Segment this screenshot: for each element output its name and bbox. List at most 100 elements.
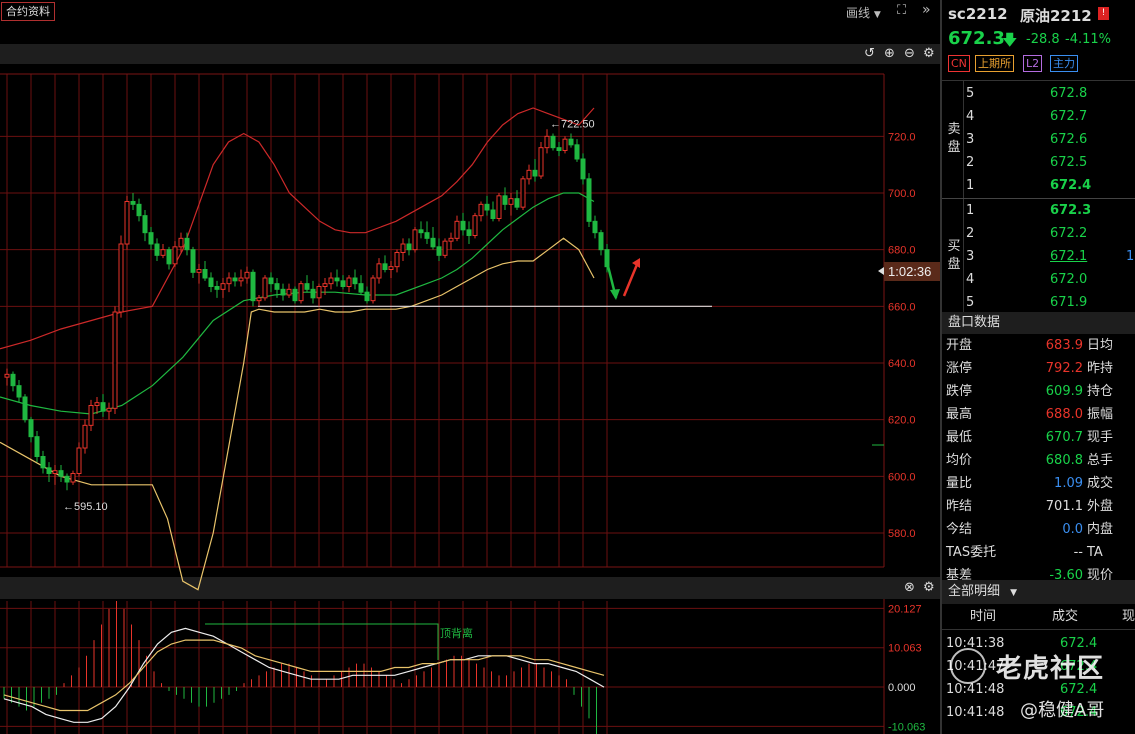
- tag-exchange[interactable]: 上期所: [975, 55, 1014, 72]
- countdown-label: 1:02:36: [888, 264, 931, 279]
- bid-price: 672.1: [1050, 249, 1088, 264]
- bid-price: 671.9: [1050, 295, 1088, 310]
- candle: [22, 396, 28, 421]
- ask-price: 672.7: [1050, 109, 1088, 124]
- candle: [220, 283, 226, 290]
- candle: [592, 220, 598, 234]
- bid-row[interactable]: 1 672.3: [966, 199, 1135, 222]
- candle: [538, 147, 544, 177]
- tag-level2[interactable]: L2: [1023, 55, 1043, 72]
- candle: [238, 277, 244, 282]
- price-change: -28.8: [1026, 32, 1060, 47]
- high-marker: ←722.50: [550, 118, 595, 130]
- detail-time: 10:41:47: [946, 659, 1005, 674]
- market-key: 开盘: [946, 338, 973, 353]
- candle: [268, 277, 274, 285]
- bid-row[interactable]: 5 671.9: [966, 291, 1135, 314]
- market-value: 0.0: [1062, 522, 1083, 537]
- candle: [532, 169, 538, 177]
- ask-row[interactable]: 3 672.6: [966, 128, 1135, 151]
- macd-tick-label: 10.063: [888, 643, 922, 655]
- ask-level: 4: [966, 109, 975, 124]
- candle: [16, 385, 22, 398]
- bid-row[interactable]: 2 672.2: [966, 222, 1135, 245]
- candle: [88, 405, 94, 426]
- candle: [142, 215, 148, 234]
- bid-row[interactable]: 4 672.0: [966, 268, 1135, 291]
- candle: [166, 249, 172, 265]
- macd-tick-label: 0.000: [888, 682, 916, 694]
- candle: [544, 135, 550, 149]
- detail-header[interactable]: 全部明细 ▼: [942, 580, 1135, 604]
- tag-cn[interactable]: CN: [948, 55, 970, 72]
- quote-header: sc2212 原油2212 ! 672.3 🡇 -28.8 -4.11% CN …: [942, 0, 1135, 80]
- candle: [376, 263, 382, 279]
- market-data-header[interactable]: 盘口数据: [942, 312, 1135, 334]
- candle: [460, 220, 466, 231]
- bid-level: 1: [966, 203, 975, 218]
- col-now: 现: [1122, 609, 1135, 624]
- market-value: 792.2: [1045, 361, 1083, 376]
- market-value: 670.7: [1045, 430, 1083, 445]
- detail-time: 10:41:48: [946, 705, 1005, 720]
- market-key-2: 昨持: [1087, 361, 1114, 376]
- macd-tick-label: -10.063: [888, 721, 925, 733]
- candle: [508, 198, 514, 205]
- ask-row[interactable]: 1 672.4: [966, 174, 1135, 197]
- candle: [454, 220, 460, 239]
- tag-main-contract[interactable]: 主力: [1050, 55, 1078, 72]
- divider: [963, 81, 964, 313]
- bid-level: 5: [966, 295, 975, 310]
- ask-row[interactable]: 2 672.5: [966, 151, 1135, 174]
- candle: [550, 135, 556, 149]
- ask-price: 672.4: [1050, 178, 1092, 193]
- market-value: 683.9: [1045, 338, 1083, 353]
- detail-columns: 时间 成交 现: [942, 604, 1135, 630]
- kline-chart[interactable]: 720.0 700.0 680.0 660.0 640.0 620.0 600.0 580.0…: [0, 0, 940, 734]
- trading-app: 合约资料 画线 ▼ ⛶ » ↺ ⊕ ⊖ ⚙ ⊗ ⚙ 720.0 700.0 680.…: [0, 0, 1135, 734]
- candle: [358, 283, 364, 293]
- market-key-2: 外盘: [1087, 499, 1114, 514]
- bid-price: 672.2: [1050, 226, 1088, 241]
- price-change-percent: -4.11%: [1065, 32, 1111, 47]
- bid-row[interactable]: 3 672.1 1: [966, 245, 1135, 268]
- bid-price: 672.0: [1050, 272, 1088, 287]
- ask-side-label: 卖盘: [947, 122, 961, 155]
- market-key-2: 日均: [1087, 338, 1114, 353]
- candle: [298, 283, 304, 302]
- y-tick-label: 720.0: [888, 131, 916, 143]
- candle: [442, 240, 448, 256]
- divergence-bracket: [205, 623, 439, 660]
- candle: [424, 232, 430, 239]
- detail-price: 672.4: [1060, 659, 1098, 674]
- candle: [370, 277, 376, 302]
- candle: [52, 470, 58, 474]
- ask-price: 672.6: [1050, 132, 1088, 147]
- market-row: TAS委托 -- TA: [942, 541, 1135, 564]
- market-key-2: TA: [1087, 545, 1103, 560]
- candle: [70, 473, 76, 483]
- candle: [40, 456, 46, 469]
- bid-level: 3: [966, 249, 975, 264]
- candle: [364, 291, 370, 302]
- bid-level: 4: [966, 272, 975, 287]
- ask-row[interactable]: 5 672.8: [966, 82, 1135, 105]
- market-value: 1.09: [1054, 476, 1083, 491]
- detail-row: 10:41:47 672.4: [942, 655, 1135, 678]
- bid-side-label: 买盘: [947, 239, 961, 272]
- alert-flag-icon[interactable]: !: [1098, 7, 1109, 20]
- detail-time: 10:41:38: [946, 636, 1005, 651]
- chevron-down-icon: ▼: [1010, 588, 1018, 598]
- candle: [382, 263, 388, 271]
- detail-price: 672.4: [1060, 636, 1098, 651]
- market-row: 最高 688.0 振幅: [942, 403, 1135, 426]
- market-row: 均价 680.8 总手: [942, 449, 1135, 472]
- ask-row[interactable]: 4 672.7: [966, 105, 1135, 128]
- candle: [346, 277, 352, 287]
- candle: [418, 229, 424, 234]
- candle: [520, 178, 526, 208]
- market-key: 涨停: [946, 361, 973, 376]
- macd-tick-label: 20.127: [888, 603, 922, 615]
- order-book: 卖盘 买盘 5 672.8 4 672.7 3 672.6 2 672.5 1 672.4 1 67…: [942, 80, 1135, 314]
- market-key-2: 振幅: [1087, 407, 1114, 422]
